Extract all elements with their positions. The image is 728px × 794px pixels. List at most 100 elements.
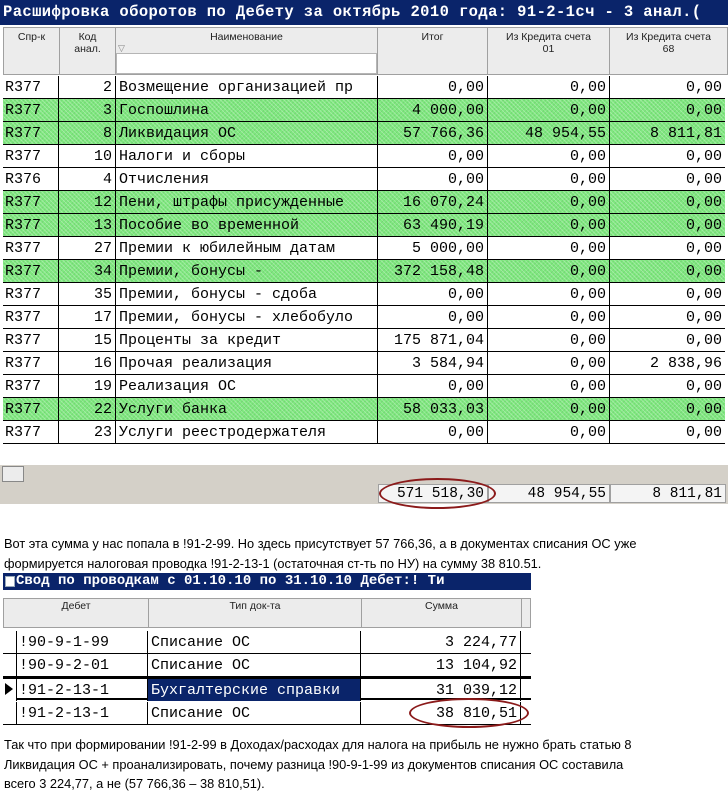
row-indicator[interactable] (3, 679, 17, 701)
credit-01-cell[interactable]: 0,00 (488, 283, 610, 305)
table-row[interactable]: R377 16 Прочая реализация 3 584,94 0,00 2 838… (3, 352, 725, 375)
table-row[interactable]: R377 13 Пособие во временной 63 490,19 0,00 0… (3, 214, 725, 237)
sprk-cell[interactable]: R376 (3, 168, 59, 190)
column-header-debit[interactable]: Дебет (3, 598, 149, 628)
name-cell[interactable]: Услуги банка (116, 398, 378, 420)
horizontal-scrollbar[interactable] (0, 465, 728, 483)
credit-68-cell[interactable]: 0,00 (610, 99, 725, 121)
sprk-cell[interactable]: R377 (3, 237, 59, 259)
credit-68-cell[interactable]: 0,00 (610, 145, 725, 167)
total-cell[interactable]: 5 000,00 (378, 237, 488, 259)
name-cell[interactable]: Пени, штрафы присужденные (116, 191, 378, 213)
table-row[interactable]: R377 15 Проценты за кредит 175 871,04 0,00 0,… (3, 329, 725, 352)
code-cell[interactable]: 12 (59, 191, 116, 213)
code-cell[interactable]: 22 (59, 398, 116, 420)
table-row[interactable]: R377 8 Ликвидация ОС 57 766,36 48 954,55 8 81… (3, 122, 725, 145)
credit-01-cell[interactable]: 0,00 (488, 168, 610, 190)
credit-68-cell[interactable]: 0,00 (610, 398, 725, 420)
credit-68-cell[interactable]: 0,00 (610, 214, 725, 236)
code-cell[interactable]: 3 (59, 99, 116, 121)
sprk-cell[interactable]: R377 (3, 398, 59, 420)
code-cell[interactable]: 2 (59, 76, 116, 98)
column-header-doctype[interactable]: Тип док-та (148, 598, 362, 628)
table-row[interactable]: R377 17 Премии, бонусы - хлебобуло 0,00 0,00… (3, 306, 725, 329)
name-filter-input[interactable] (116, 53, 377, 74)
credit-01-cell[interactable]: 0,00 (488, 191, 610, 213)
total-cell[interactable]: 63 490,19 (378, 214, 488, 236)
sprk-cell[interactable]: R377 (3, 306, 59, 328)
code-cell[interactable]: 23 (59, 421, 116, 443)
name-cell[interactable]: Ликвидация ОС (116, 122, 378, 144)
sprk-cell[interactable]: R377 (3, 421, 59, 443)
total-cell[interactable]: 0,00 (378, 375, 488, 397)
table-row[interactable]: R377 3 Госпошлина 4 000,00 0,00 0,00 (3, 99, 725, 122)
debit-cell[interactable]: !91-2-13-1 (17, 679, 148, 701)
code-cell[interactable]: 34 (59, 260, 116, 282)
name-cell[interactable]: Госпошлина (116, 99, 378, 121)
table-row[interactable]: R377 22 Услуги банка 58 033,03 0,00 0,00 (3, 398, 725, 421)
total-cell[interactable]: 58 033,03 (378, 398, 488, 420)
sprk-cell[interactable]: R377 (3, 283, 59, 305)
name-cell[interactable]: Премии, бонусы - хлебобуло (116, 306, 378, 328)
credit-68-cell[interactable]: 0,00 (610, 237, 725, 259)
code-cell[interactable]: 17 (59, 306, 116, 328)
column-header-total[interactable]: Итог (377, 27, 488, 75)
name-cell[interactable]: Премии, бонусы - сдоба (116, 283, 378, 305)
credit-01-cell[interactable]: 0,00 (488, 398, 610, 420)
debit-cell[interactable]: !90-9-2-01 (17, 654, 148, 676)
scrollbar-thumb[interactable] (2, 466, 24, 482)
code-cell[interactable]: 8 (59, 122, 116, 144)
credit-68-cell[interactable]: 0,00 (610, 421, 725, 443)
table-row[interactable]: R377 19 Реализация ОС 0,00 0,00 0,00 (3, 375, 725, 398)
table-row[interactable]: R377 27 Премии к юбилейным датам 5 000,00 0,… (3, 237, 725, 260)
code-cell[interactable]: 4 (59, 168, 116, 190)
credit-01-cell[interactable]: 0,00 (488, 99, 610, 121)
table-row[interactable]: R377 34 Премии, бонусы -372 158,48 0,00 0,00 (3, 260, 725, 283)
debit-cell[interactable]: !91-2-13-1 (17, 702, 148, 724)
doctype-cell[interactable]: Списание ОС (148, 631, 361, 653)
credit-01-cell[interactable]: 0,00 (488, 145, 610, 167)
table-row[interactable]: R377 10 Налоги и сборы 0,00 0,00 0,00 (3, 145, 725, 168)
filter-triangle-icon[interactable]: ▽ (118, 43, 125, 54)
code-cell[interactable]: 16 (59, 352, 116, 374)
credit-68-cell[interactable]: 0,00 (610, 168, 725, 190)
row-indicator[interactable] (3, 654, 17, 676)
credit-01-cell[interactable]: 0,00 (488, 306, 610, 328)
table-row[interactable]: R377 2 Возмещение организацией пр 0,00 0,00 0… (3, 76, 725, 99)
credit-68-cell[interactable]: 0,00 (610, 260, 725, 282)
doctype-cell[interactable]: Списание ОС (148, 654, 361, 676)
name-cell[interactable]: Пособие во временной (116, 214, 378, 236)
code-cell[interactable]: 13 (59, 214, 116, 236)
sprk-cell[interactable]: R377 (3, 260, 59, 282)
column-header-credit-01[interactable]: Из Кредита счета 01 (487, 27, 610, 75)
sprk-cell[interactable]: R377 (3, 99, 59, 121)
credit-68-cell[interactable]: 0,00 (610, 375, 725, 397)
total-cell[interactable]: 0,00 (378, 76, 488, 98)
name-cell[interactable]: Проценты за кредит (116, 329, 378, 351)
total-cell[interactable]: 0,00 (378, 421, 488, 443)
name-cell[interactable]: Премии к юбилейным датам (116, 237, 378, 259)
column-header-sum[interactable]: Сумма (361, 598, 522, 628)
total-cell[interactable]: 175 871,04 (378, 329, 488, 351)
row-indicator[interactable] (3, 702, 17, 724)
code-cell[interactable]: 10 (59, 145, 116, 167)
name-cell[interactable]: Возмещение организацией пр (116, 76, 378, 98)
row-indicator[interactable] (3, 631, 17, 653)
table-row[interactable]: R377 23 Услуги реестродержателя 0,00 0,00 0,0… (3, 421, 725, 444)
name-cell[interactable]: Услуги реестродержателя (116, 421, 378, 443)
credit-01-cell[interactable]: 0,00 (488, 352, 610, 374)
sprk-cell[interactable]: R377 (3, 191, 59, 213)
credit-01-cell[interactable]: 0,00 (488, 260, 610, 282)
total-cell[interactable]: 16 070,24 (378, 191, 488, 213)
credit-68-cell[interactable]: 0,00 (610, 283, 725, 305)
table-row[interactable]: !90-9-2-01 Списание ОС 13 104,92 (3, 654, 531, 677)
code-cell[interactable]: 15 (59, 329, 116, 351)
credit-01-cell[interactable]: 48 954,55 (488, 122, 610, 144)
sum-cell[interactable]: 3 224,77 (361, 631, 521, 653)
name-cell[interactable]: Премии, бонусы - (116, 260, 378, 282)
credit-68-cell[interactable]: 0,00 (610, 76, 725, 98)
code-cell[interactable]: 35 (59, 283, 116, 305)
sum-cell[interactable]: 13 104,92 (361, 654, 521, 676)
credit-01-cell[interactable]: 0,00 (488, 237, 610, 259)
table-row[interactable]: !90-9-1-99 Списание ОС 3 224,77 (3, 631, 531, 654)
